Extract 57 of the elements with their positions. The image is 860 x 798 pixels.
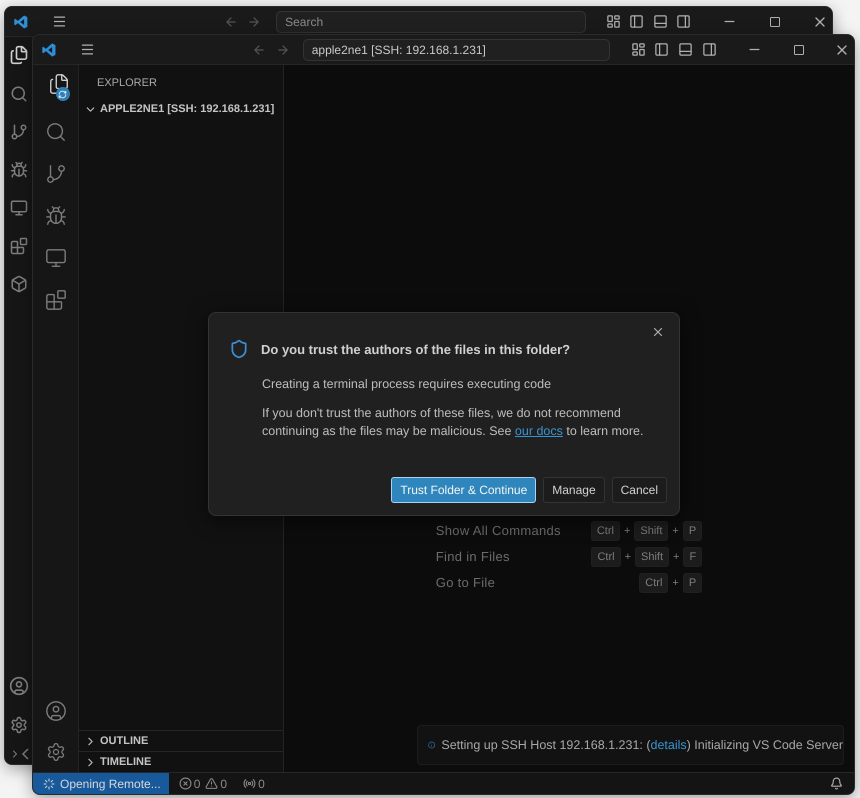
docs-link[interactable]: our docs	[514, 424, 563, 438]
box-icon[interactable]	[10, 275, 28, 293]
dialog-button[interactable]: Manage	[543, 477, 605, 503]
keyboard-key: Shift	[634, 521, 668, 541]
dialog-button[interactable]: Trust Folder & Continue	[391, 477, 536, 503]
account-icon[interactable]	[8, 676, 28, 696]
search-icon[interactable]	[44, 121, 66, 143]
files-icon[interactable]	[8, 45, 28, 65]
shortcut-label: Show All Commands	[436, 522, 561, 540]
details-link[interactable]: details	[650, 738, 687, 752]
plus-sign: +	[673, 551, 680, 563]
app-logo-icon	[41, 42, 57, 58]
section-header[interactable]: OUTLINE	[79, 730, 283, 751]
dialog-detail: If you don't trust the authors of these files, we do not recommend continuing as the files may be malicious. See our docs to learn more.	[262, 405, 644, 440]
extensions-icon[interactable]	[10, 237, 28, 255]
shortcut-label: Find in Files	[436, 548, 511, 566]
dialog-title: Do you trust the authors of the files in this folder?	[261, 342, 570, 356]
plus-sign: +	[624, 551, 631, 563]
shield-icon	[229, 339, 249, 359]
app-logo-icon	[13, 14, 29, 30]
dialog-button[interactable]: Cancel	[612, 477, 667, 503]
keyboard-key: F	[683, 547, 702, 567]
antenna-icon	[243, 777, 256, 790]
bug-icon[interactable]	[10, 161, 28, 179]
remote-status[interactable]: Opening Remote...	[33, 773, 169, 794]
monitor-icon[interactable]	[10, 199, 28, 217]
window-title[interactable]: apple2ne1 [SSH: 192.168.1.231]	[302, 38, 610, 60]
warning-count[interactable]: 0	[220, 776, 228, 790]
search-icon[interactable]	[10, 85, 28, 103]
error-icon	[178, 777, 192, 790]
keyboard-key: Shift	[635, 547, 670, 567]
monitor-icon[interactable]	[44, 247, 66, 269]
keyboard-key: Ctrl	[590, 521, 620, 541]
spinner-icon	[43, 778, 55, 790]
account-icon[interactable]	[44, 700, 66, 722]
keyboard-key: P	[682, 573, 702, 593]
branch-icon[interactable]	[10, 123, 28, 141]
settings-icon[interactable]	[46, 742, 66, 762]
plus-sign: +	[672, 525, 679, 537]
keyboard-key: Ctrl	[639, 573, 668, 593]
notification-text: Setting up SSH Host 192.168.1.231: (details) Initializing VS Code Server	[441, 738, 843, 752]
plus-sign: +	[624, 525, 630, 537]
dialog-message: Creating a terminal process requires executing code	[262, 376, 552, 393]
extensions-icon[interactable]	[44, 289, 66, 311]
keyboard-key: P	[682, 521, 702, 541]
search-field[interactable]: Search	[276, 10, 586, 32]
settings-icon[interactable]	[10, 716, 28, 734]
ports-count[interactable]: 0	[258, 776, 265, 790]
folder-item[interactable]: APPLE2NE1 [SSH: 192.168.1.231]	[79, 99, 283, 119]
keyboard-key: Ctrl	[591, 547, 621, 567]
branch-icon[interactable]	[44, 163, 66, 185]
bug-icon[interactable]	[44, 205, 66, 227]
sidebar-title: EXPLORER	[96, 76, 158, 91]
error-count[interactable]: 0	[194, 776, 200, 790]
shortcut-label: Go to File	[436, 574, 496, 592]
warning-icon	[205, 777, 218, 790]
plus-sign: +	[672, 577, 679, 589]
